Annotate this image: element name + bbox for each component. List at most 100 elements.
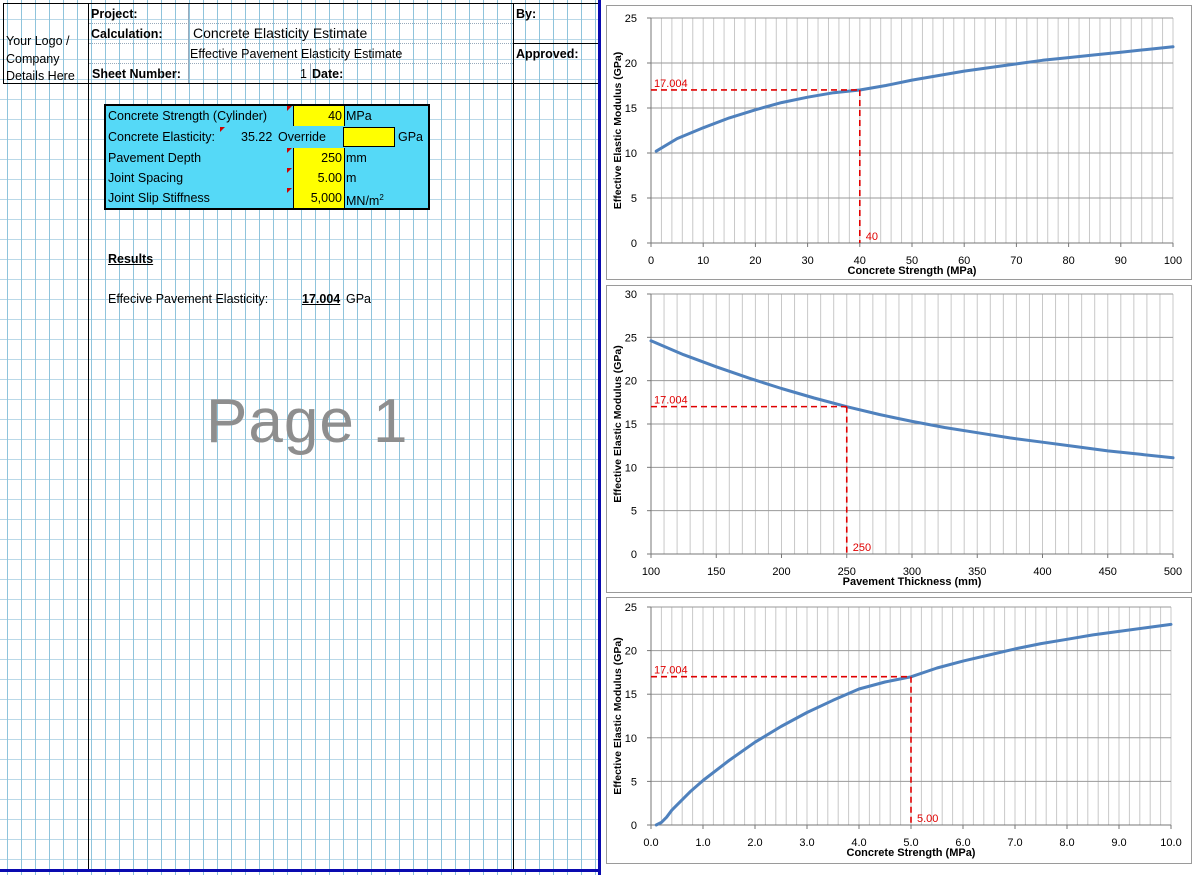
chart-canvas: 051015202530100 150 200 250 300 350 400 450 5001… — [612, 289, 1182, 588]
comment-indicator-icon[interactable] — [220, 127, 225, 132]
x-tick-label: 0.0 — [643, 837, 658, 849]
input-label: Joint Slip Stiffness — [108, 191, 210, 205]
series-line — [654, 622, 1173, 827]
joint-spacing-input[interactable]: 5.00 — [293, 168, 345, 188]
marker-x-label: 250 — [853, 542, 871, 554]
marker-y-label: 17.004 — [654, 78, 688, 90]
y-tick-label: 0 — [631, 238, 637, 250]
x-tick-label: 10 — [697, 255, 709, 267]
marker-y-label: 17.004 — [654, 665, 688, 677]
header-bottom-border — [3, 83, 598, 84]
x-tick-label: 1.0 — [695, 837, 710, 849]
y-tick-label: 5 — [631, 193, 637, 205]
input-unit: MN/m2 — [346, 190, 384, 209]
header-col-divider — [188, 4, 189, 83]
x-tick-label: 200 — [772, 566, 790, 578]
x-tick-label: 30 — [801, 255, 813, 267]
input-label: Pavement Depth — [108, 151, 202, 165]
chart-canvas: 05101520250.0 1.0 2.0 3.0 4.0 5.0 6.0 7.0 8.0 9.0… — [612, 602, 1182, 859]
input-value: 40 — [328, 109, 342, 123]
x-axis-title: Pavement Thickness (mm) — [843, 576, 982, 588]
joint-slip-stiffness-input[interactable]: 5,000 — [293, 188, 345, 208]
input-row-concrete-elasticity: Concrete Elasticity: 35.22 Override GPa — [106, 127, 428, 147]
chart-slip-vs-modulus[interactable]: 0 5 10 15 20 25 0.0 1.0 2.0 3.0 4.0 5.0 6.0 7.0 8.0 9.0… — [606, 597, 1192, 864]
series-line — [654, 45, 1175, 153]
input-unit: MPa — [346, 109, 372, 123]
input-label: Joint Spacing — [108, 171, 184, 185]
comment-indicator-icon[interactable] — [287, 168, 292, 173]
x-tick-label: 9.0 — [1111, 837, 1126, 849]
calc-sheet: Your Logo / Company Details Here Project… — [0, 0, 598, 875]
override-label: Override — [278, 130, 326, 144]
comment-indicator-icon[interactable] — [287, 188, 292, 193]
pavement-depth-input[interactable]: 250 — [293, 148, 345, 168]
y-tick-label: 5 — [631, 776, 637, 788]
marker-x-label: 5.00 — [917, 813, 938, 825]
input-value: 250 — [321, 151, 342, 165]
x-tick-label: 3.0 — [799, 837, 814, 849]
input-label: Concrete Elasticity: — [108, 130, 215, 144]
logo-line: Company — [6, 51, 60, 66]
elasticity-override-input[interactable] — [343, 127, 395, 147]
x-tick-label: 500 — [1164, 566, 1182, 578]
company-logo-placeholder[interactable]: Your Logo / Company Details Here — [6, 33, 75, 86]
results-value[interactable]: 17.004 — [302, 291, 340, 307]
column-divider-right — [513, 3, 514, 869]
approved-label: Approved: — [516, 47, 579, 61]
x-tick-label: 70 — [1010, 255, 1022, 267]
project-label: Project: — [91, 7, 138, 21]
by-label: By: — [516, 7, 537, 21]
y-tick-label: 15 — [625, 689, 637, 701]
y-axis-title: Effective Elastic Modulus (GPa) — [612, 52, 624, 210]
print-area-border — [598, 0, 601, 875]
header-row-divider — [89, 23, 513, 24]
x-tick-label: 20 — [749, 255, 761, 267]
x-tick-label: 7.0 — [1007, 837, 1022, 849]
y-tick-label: 30 — [625, 289, 637, 301]
input-row-joint-slip-stiffness: Joint Slip Stiffness 5,000 MN/m2 — [106, 188, 428, 208]
unit-superscript: 2 — [379, 193, 384, 202]
sheet-number-label: Sheet Number: — [92, 67, 181, 81]
sheet-number-value[interactable]: 1 — [300, 66, 307, 82]
x-tick-label: 100 — [642, 566, 660, 578]
calculation-label: Calculation: — [91, 27, 163, 41]
y-tick-label: 20 — [625, 646, 637, 658]
y-tick-label: 5 — [631, 506, 637, 518]
results-label: Effecive Pavement Elasticity: — [108, 292, 269, 306]
y-tick-label: 20 — [625, 58, 637, 70]
input-unit: m — [346, 171, 357, 185]
header-row-divider — [89, 63, 513, 64]
y-tick-label: 0 — [631, 549, 637, 561]
results-unit: GPa — [346, 292, 372, 306]
chart-thickness-vs-modulus[interactable]: 0 5 10 15 20 25 30 100 150 200 250 300 350 400 450 500 1… — [606, 285, 1192, 593]
input-value: 5.00 — [317, 171, 342, 185]
y-tick-label: 25 — [625, 13, 637, 25]
marker-x-label: 40 — [866, 231, 878, 243]
logo-line: Details Here — [6, 69, 75, 83]
x-tick-label: 2.0 — [747, 837, 762, 849]
x-axis-title: Concrete Strength (MPa) — [848, 265, 977, 277]
x-tick-label: 400 — [1033, 566, 1051, 578]
logo-line: Your Logo / — [6, 34, 70, 48]
y-tick-label: 10 — [625, 148, 637, 160]
chart-strength-vs-modulus[interactable]: 0 5 10 15 20 25 0 10 20 30 40 50 60 70 80 90 100 17.004 40… — [606, 5, 1192, 280]
computed-elasticity-value: 35.22 — [241, 130, 273, 144]
x-tick-label: 100 — [1164, 255, 1182, 267]
input-unit: GPa — [398, 130, 424, 144]
unit-text: MN/m — [346, 194, 380, 209]
input-value: 5,000 — [310, 191, 342, 205]
input-unit: mm — [346, 151, 367, 165]
print-area-border — [0, 869, 601, 872]
header-col-divider — [310, 64, 311, 83]
comment-indicator-icon[interactable] — [287, 106, 292, 111]
y-tick-label: 15 — [625, 419, 637, 431]
y-axis-title: Effective Elastic Modulus (GPa) — [612, 637, 624, 795]
comment-indicator-icon[interactable] — [287, 148, 292, 153]
x-tick-label: 90 — [1115, 255, 1127, 267]
date-label: Date: — [312, 67, 344, 81]
y-tick-label: 25 — [625, 602, 637, 614]
y-axis-title: Effective Elastic Modulus (GPa) — [612, 345, 624, 503]
calculation-subtitle[interactable]: Effective Pavement Elasticity Estimate — [190, 46, 402, 62]
concrete-strength-input[interactable]: 40 — [293, 106, 345, 126]
calculation-title[interactable]: Concrete Elasticity Estimate — [193, 25, 367, 41]
